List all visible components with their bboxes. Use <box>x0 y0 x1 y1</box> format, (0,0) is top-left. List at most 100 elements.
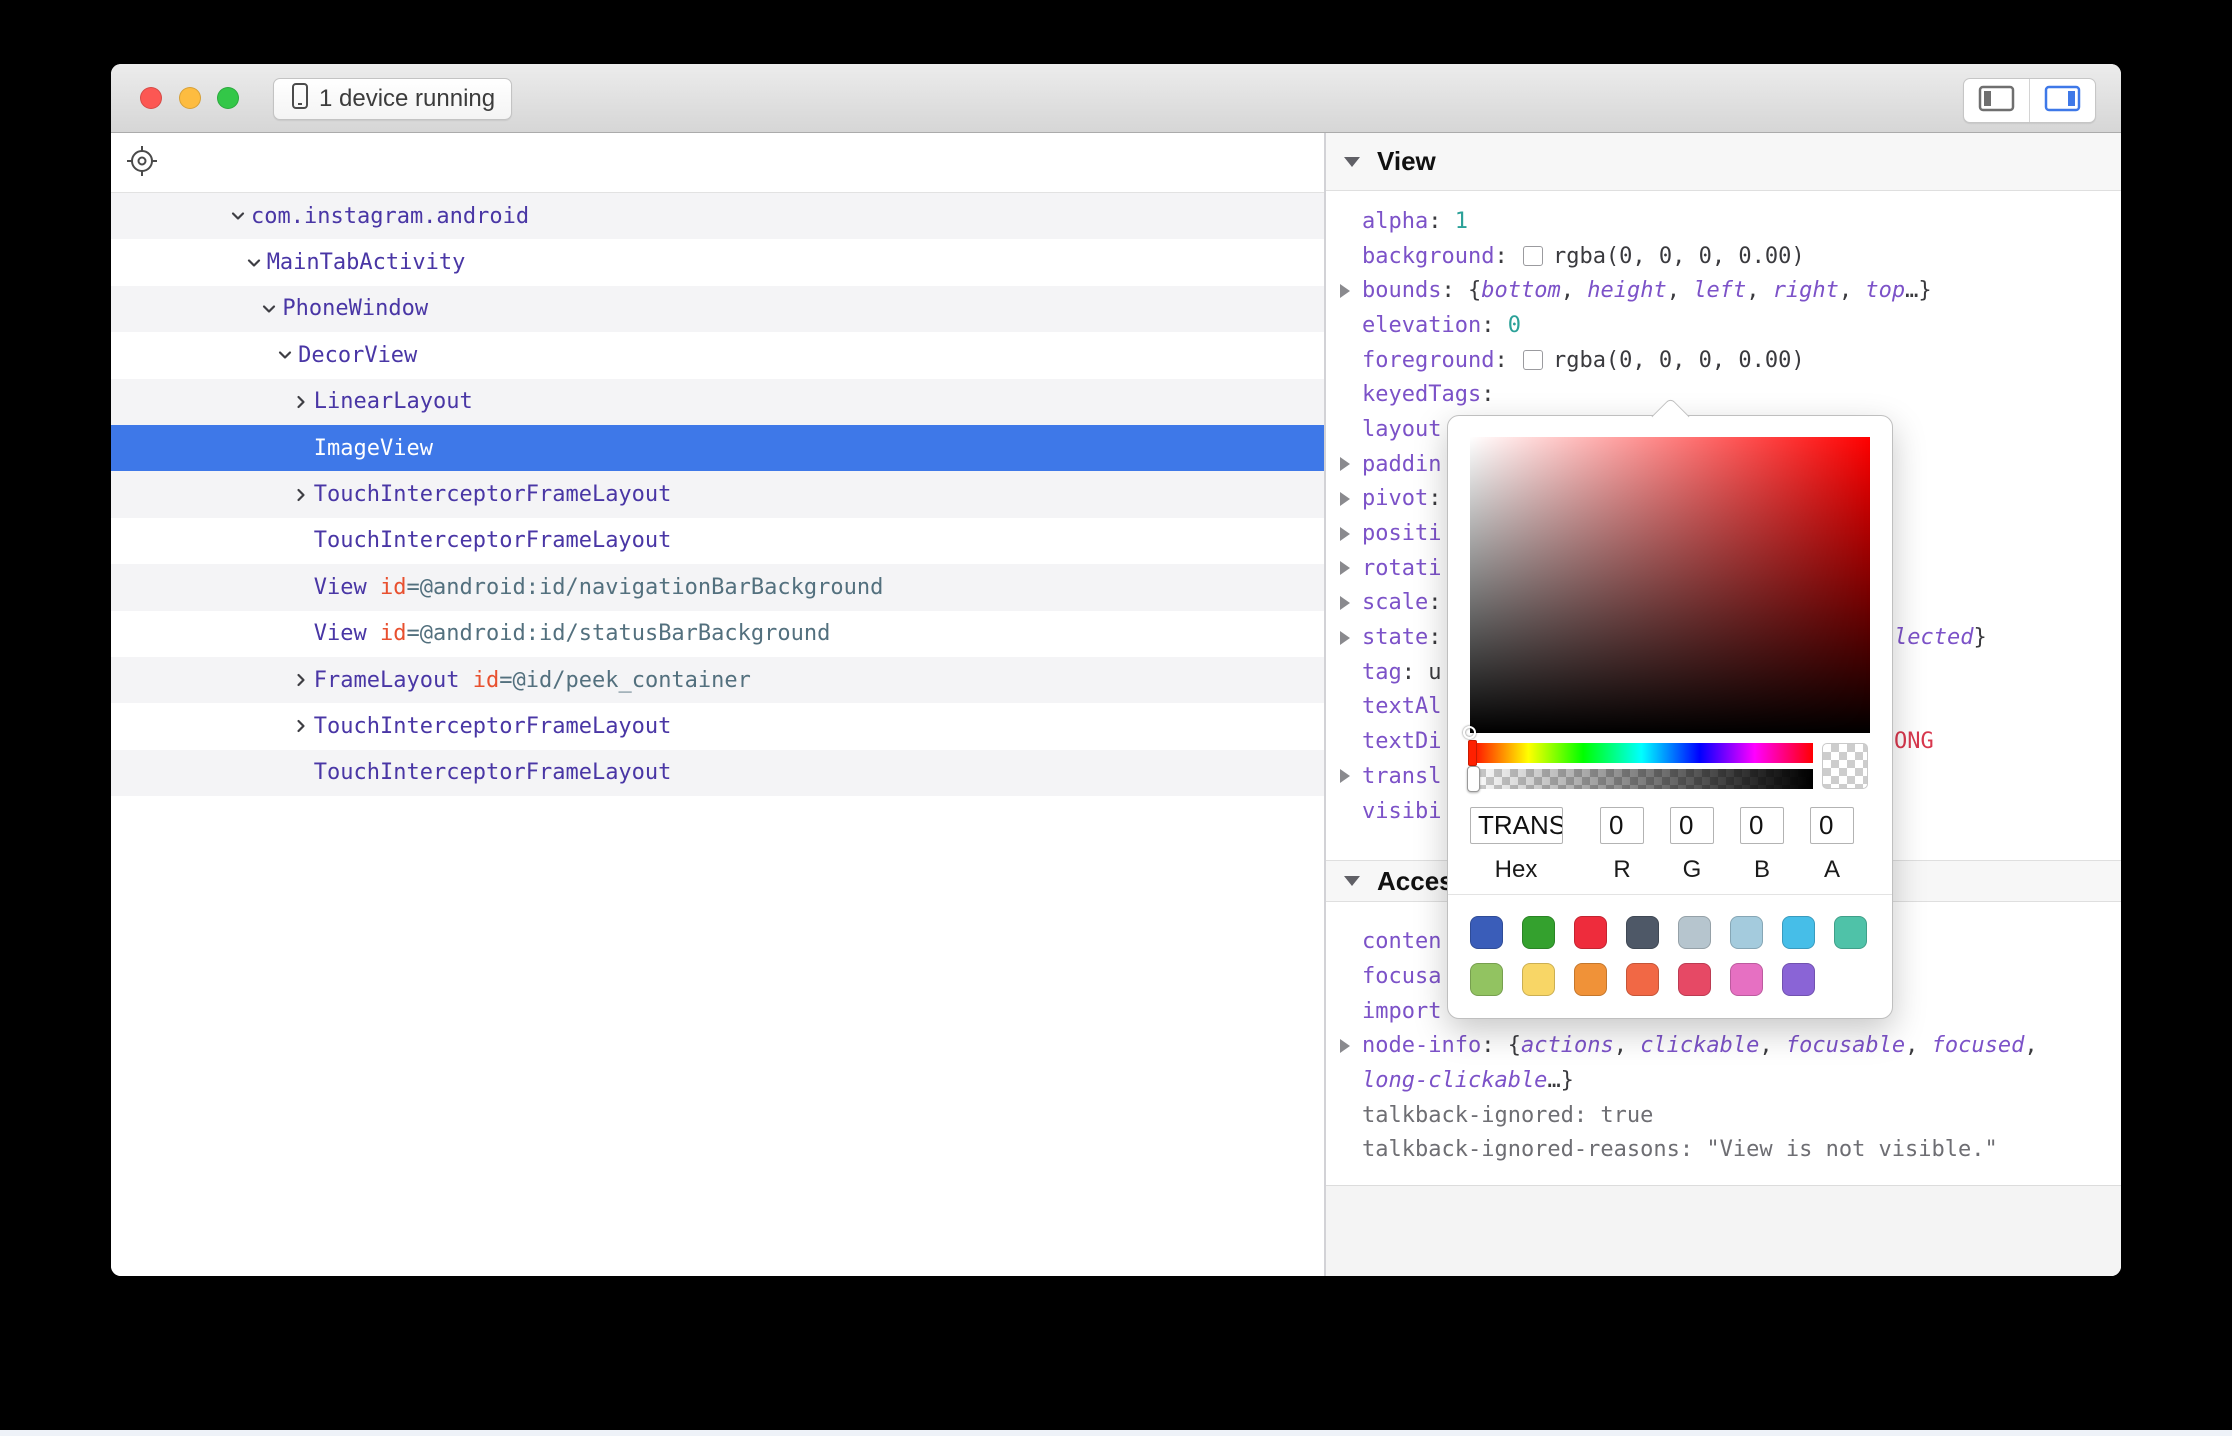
tree-row[interactable]: View id=@android:id/statusBarBackground <box>111 611 1324 657</box>
chevron-right-icon[interactable] <box>293 672 314 688</box>
chevron-right-icon[interactable] <box>293 718 314 734</box>
tree-row[interactable]: ImageView <box>111 425 1324 471</box>
disclosure-triangle-icon[interactable] <box>1340 596 1350 610</box>
color-swatch[interactable] <box>1470 916 1503 949</box>
chevron-down-icon[interactable] <box>277 347 298 363</box>
select-element-button[interactable] <box>121 140 163 185</box>
tree-row[interactable]: TouchInterceptorFrameLayout <box>111 703 1324 749</box>
property-row: node-info: {actions, clickable, focusabl… <box>1326 1028 2121 1063</box>
text-segment: TouchInterceptorFrameLayout <box>314 760 672 785</box>
text-segment: } <box>1973 625 1986 650</box>
color-swatch[interactable] <box>1782 916 1815 949</box>
text-segment: , <box>2024 1033 2037 1058</box>
device-running-button[interactable]: 1 device running <box>273 78 512 120</box>
text-segment: paddin <box>1362 452 1441 477</box>
text-segment: background <box>1362 244 1494 269</box>
text-segment: keyedTags <box>1362 382 1481 407</box>
text-segment: …} <box>1547 1068 1574 1093</box>
chevron-down-icon[interactable] <box>246 255 267 271</box>
color-swatch[interactable] <box>1522 963 1555 996</box>
disclosure-triangle-icon[interactable] <box>1340 769 1350 783</box>
chevron-down-icon[interactable] <box>261 301 282 317</box>
current-color-preview <box>1822 743 1868 789</box>
crosshair-icon <box>125 144 159 181</box>
color-swatch[interactable] <box>1574 963 1607 996</box>
color-swatch[interactable] <box>1730 963 1763 996</box>
tree-row[interactable]: TouchInterceptorFrameLayout <box>111 750 1324 796</box>
chevron-down-icon[interactable] <box>230 208 251 224</box>
saturation-value-cursor[interactable] <box>1463 726 1476 739</box>
collapse-triangle-icon <box>1344 876 1360 886</box>
color-swatch[interactable] <box>1470 963 1503 996</box>
chevron-right-icon[interactable] <box>293 487 314 503</box>
color-swatch[interactable] <box>1782 963 1815 996</box>
tree-row[interactable]: TouchInterceptorFrameLayout <box>111 518 1324 564</box>
disclosure-triangle-icon[interactable] <box>1340 1039 1350 1053</box>
property-value-fragment: ONG <box>1894 724 1934 759</box>
close-button[interactable] <box>140 87 162 109</box>
color-swatch[interactable] <box>1678 916 1711 949</box>
disclosure-triangle-icon[interactable] <box>1340 561 1350 575</box>
text-segment: , <box>1905 1033 1932 1058</box>
text-segment: : <box>1494 348 1521 373</box>
title-bar: 1 device running <box>111 64 2121 133</box>
color-checkbox[interactable] <box>1523 246 1543 266</box>
hue-slider-handle[interactable] <box>1468 740 1477 766</box>
tree-row[interactable]: MainTabActivity <box>111 239 1324 285</box>
alpha-slider[interactable] <box>1470 769 1813 789</box>
toggle-right-panel-button[interactable] <box>2029 79 2095 122</box>
text-segment: =@android:id/statusBarBackground <box>407 621 831 646</box>
text-segment: id <box>473 668 500 693</box>
text-segment: , <box>1561 278 1588 303</box>
text-segment: : <box>1481 313 1508 338</box>
section-header-view[interactable]: View <box>1326 133 2121 191</box>
text-segment: rgba(0, 0, 0, 0.00) <box>1553 244 1805 269</box>
tree-row[interactable]: View id=@android:id/navigationBarBackgro… <box>111 564 1324 610</box>
color-swatch[interactable] <box>1626 916 1659 949</box>
property-row: elevation: 0 <box>1326 308 2121 343</box>
tree-row[interactable]: PhoneWindow <box>111 286 1324 332</box>
disclosure-triangle-icon[interactable] <box>1340 631 1350 645</box>
saturation-value-square[interactable] <box>1470 437 1870 733</box>
text-segment: TouchInterceptorFrameLayout <box>314 482 672 507</box>
green-input[interactable] <box>1670 807 1714 844</box>
red-input[interactable] <box>1600 807 1644 844</box>
text-segment: 1 <box>1455 209 1468 234</box>
hue-slider[interactable] <box>1470 743 1813 763</box>
text-segment: LinearLayout <box>314 389 473 414</box>
tree-row[interactable]: TouchInterceptorFrameLayout <box>111 471 1324 517</box>
tree-row[interactable]: com.instagram.android <box>111 193 1324 239</box>
disclosure-triangle-icon[interactable] <box>1340 457 1350 471</box>
right-panel-icon <box>2044 85 2081 117</box>
disclosure-triangle-icon[interactable] <box>1340 492 1350 506</box>
blue-input[interactable] <box>1740 807 1784 844</box>
disclosure-triangle-icon[interactable] <box>1340 527 1350 541</box>
color-swatch[interactable] <box>1574 916 1607 949</box>
chevron-right-icon[interactable] <box>293 394 314 410</box>
tree-row[interactable]: LinearLayout <box>111 379 1324 425</box>
inspector-footer <box>1326 1185 2121 1276</box>
text-segment: pivot <box>1362 486 1428 511</box>
hex-input[interactable] <box>1470 807 1563 844</box>
color-swatch[interactable] <box>1626 963 1659 996</box>
zoom-button[interactable] <box>217 87 239 109</box>
alpha-input[interactable] <box>1810 807 1854 844</box>
tree-row[interactable]: DecorView <box>111 332 1324 378</box>
color-checkbox[interactable] <box>1523 350 1543 370</box>
text-segment: …} <box>1905 278 1932 303</box>
tree-row[interactable]: FrameLayout id=@id/peek_container <box>111 657 1324 703</box>
color-swatch[interactable] <box>1678 963 1711 996</box>
minimize-button[interactable] <box>179 87 201 109</box>
text-segment: focused <box>1932 1033 2025 1058</box>
disclosure-triangle-icon[interactable] <box>1340 284 1350 298</box>
color-swatch[interactable] <box>1834 916 1867 949</box>
text-segment: DecorView <box>298 343 417 368</box>
text-segment: : { <box>1441 278 1481 303</box>
text-segment: id <box>380 621 407 646</box>
text-segment: FrameLayout <box>314 668 473 693</box>
alpha-slider-handle[interactable] <box>1467 766 1480 792</box>
text-segment: talkback-ignored-reasons: "View is not v… <box>1362 1137 1998 1162</box>
toggle-left-panel-button[interactable] <box>1964 79 2029 122</box>
color-swatch[interactable] <box>1730 916 1763 949</box>
color-swatch[interactable] <box>1522 916 1555 949</box>
